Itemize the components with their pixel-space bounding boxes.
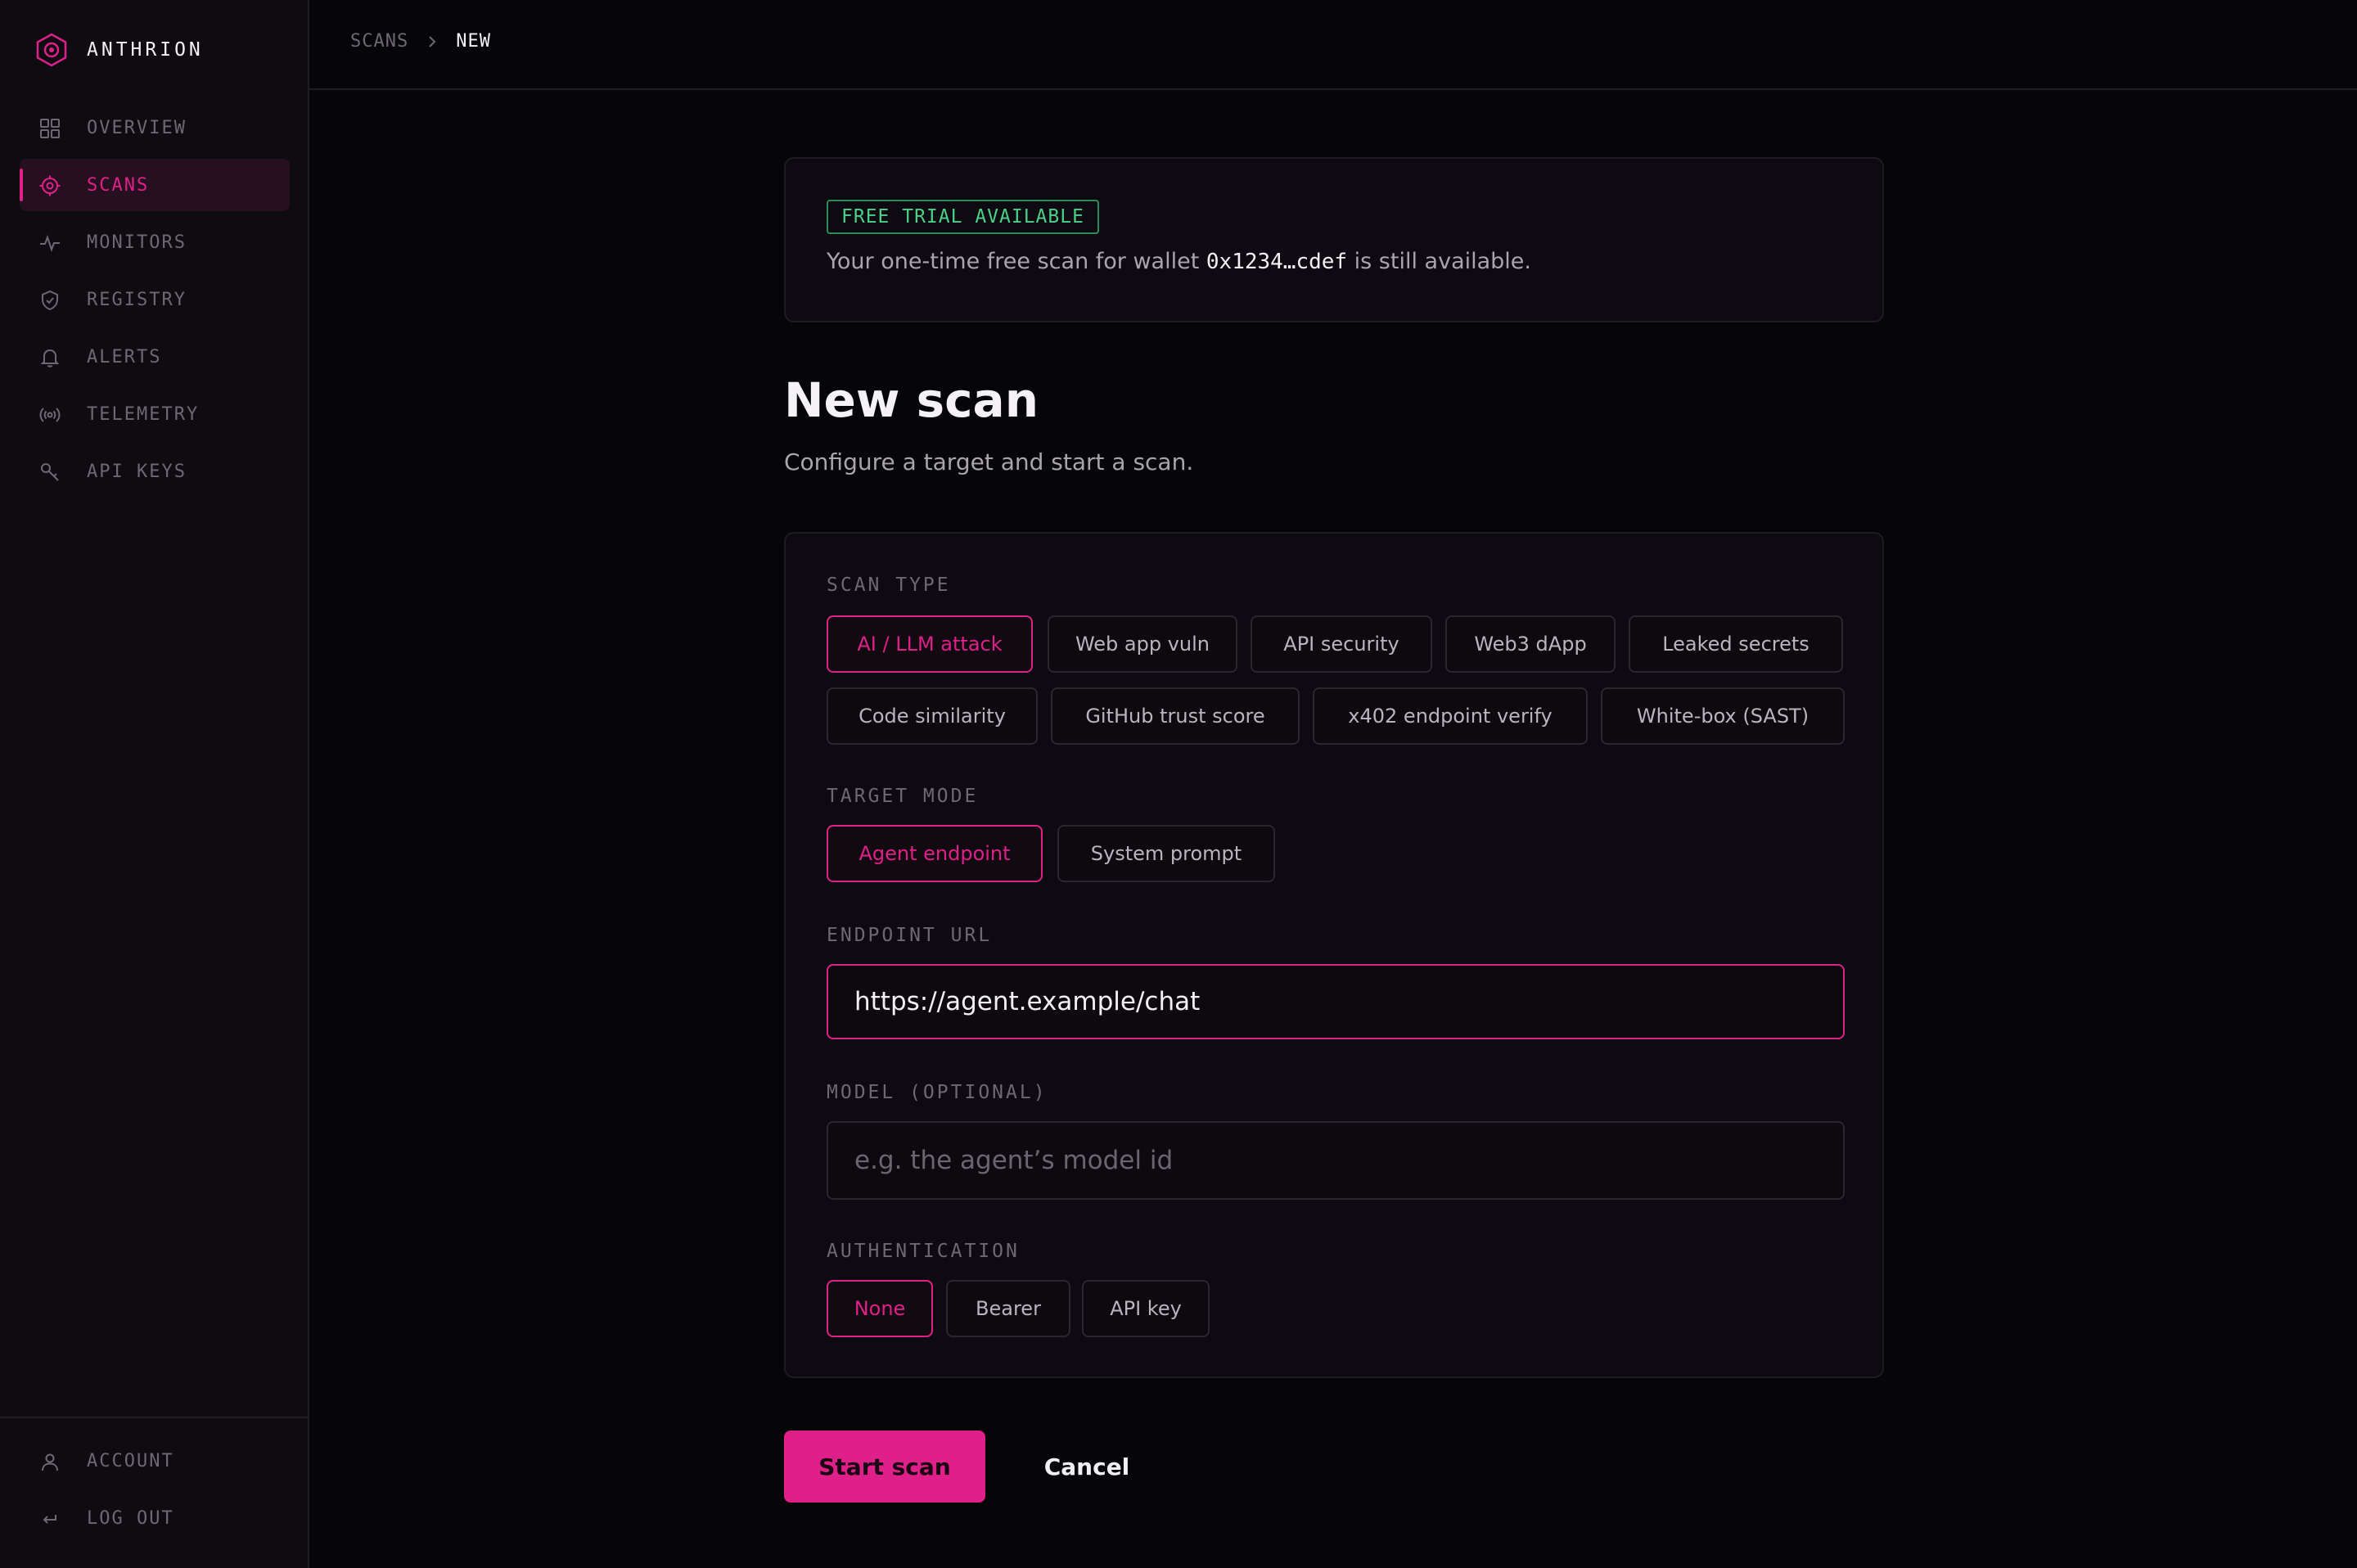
page-title: New scan: [784, 372, 1039, 428]
free-trial-badge: FREE TRIAL AVAILABLE: [827, 200, 1099, 234]
shield-check-icon: [39, 290, 61, 311]
scan-type-label: SCAN TYPE: [827, 574, 951, 596]
auth-none[interactable]: None: [827, 1280, 933, 1337]
sidebar-item-scans[interactable]: SCANS: [20, 159, 290, 211]
sidebar-item-label: MONITORS: [87, 232, 187, 253]
sidebar-item-label: TELEMETRY: [87, 403, 200, 425]
target-mode-system-prompt[interactable]: System prompt: [1057, 825, 1275, 882]
sidebar-nav: OVERVIEW SCANS MONITORS REGISTRY ALERTS: [20, 101, 290, 502]
free-trial-banner: FREE TRIAL AVAILABLE Your one-time free …: [784, 157, 1884, 322]
sidebar-footer: ACCOUNT LOG OUT: [0, 1417, 308, 1549]
wallet-address: 0x1234…cdef: [1206, 250, 1348, 274]
sidebar-item-label: ALERTS: [87, 346, 162, 367]
auth-bearer[interactable]: Bearer: [946, 1280, 1070, 1337]
brand-name: ANTHRION: [87, 39, 204, 61]
scan-type-code-similarity[interactable]: Code similarity: [827, 687, 1038, 745]
breadcrumb: SCANS NEW: [350, 31, 491, 52]
cancel-button[interactable]: Cancel: [1020, 1431, 1154, 1503]
target-mode-label: TARGET MODE: [827, 786, 979, 807]
sidebar-item-alerts[interactable]: ALERTS: [20, 331, 290, 383]
sidebar: ANTHRION OVERVIEW SCANS MONITORS REGISTR…: [0, 0, 309, 1568]
sidebar-item-account[interactable]: ACCOUNT: [20, 1435, 290, 1487]
breadcrumb-scans[interactable]: SCANS: [350, 31, 408, 52]
target-icon: [39, 175, 61, 196]
sidebar-item-label: OVERVIEW: [87, 117, 187, 138]
breadcrumb-current: NEW: [456, 31, 491, 52]
bell-icon: [39, 347, 61, 368]
key-icon: [39, 462, 61, 483]
target-mode-agent-endpoint[interactable]: Agent endpoint: [827, 825, 1043, 882]
model-label: MODEL (OPTIONAL): [827, 1082, 1048, 1103]
sidebar-item-registry[interactable]: REGISTRY: [20, 273, 290, 326]
broadcast-icon: [39, 404, 61, 426]
trial-text-after: is still available.: [1347, 249, 1532, 274]
endpoint-url-input[interactable]: [827, 964, 1845, 1039]
logout-arrow-icon: [39, 1508, 61, 1530]
trial-text-before: Your one-time free scan for wallet: [827, 249, 1206, 274]
sidebar-item-overview[interactable]: OVERVIEW: [20, 101, 290, 154]
top-bar: SCANS NEW: [309, 0, 2357, 90]
scan-config-form: SCAN TYPE AI / LLM attack Web app vuln A…: [784, 532, 1884, 1378]
scan-type-web-app-vuln[interactable]: Web app vuln: [1048, 615, 1237, 673]
sidebar-item-label: LOG OUT: [87, 1507, 174, 1529]
scan-type-ai-llm-attack[interactable]: AI / LLM attack: [827, 615, 1033, 673]
sidebar-item-monitors[interactable]: MONITORS: [20, 216, 290, 268]
model-input[interactable]: [827, 1121, 1845, 1200]
pulse-icon: [39, 232, 61, 254]
brand[interactable]: ANTHRION: [34, 33, 204, 67]
sidebar-item-label: REGISTRY: [87, 289, 187, 310]
sidebar-item-label: API KEYS: [87, 461, 187, 482]
scan-type-web3-dapp[interactable]: Web3 dApp: [1445, 615, 1616, 673]
sidebar-item-label: ACCOUNT: [87, 1450, 174, 1471]
start-scan-button[interactable]: Start scan: [784, 1431, 985, 1503]
sidebar-item-api-keys[interactable]: API KEYS: [20, 445, 290, 498]
endpoint-url-label: ENDPOINT URL: [827, 925, 993, 946]
auth-api-key[interactable]: API key: [1082, 1280, 1210, 1337]
page-subtitle: Configure a target and start a scan.: [784, 448, 1194, 475]
grid-icon: [39, 118, 61, 139]
scan-type-x402-endpoint-verify[interactable]: x402 endpoint verify: [1313, 687, 1588, 745]
scan-type-white-box-sast[interactable]: White-box (SAST): [1601, 687, 1845, 745]
scan-type-api-security[interactable]: API security: [1251, 615, 1432, 673]
logo-icon: [36, 33, 67, 67]
free-trial-message: Your one-time free scan for wallet 0x123…: [827, 249, 1531, 274]
authentication-label: AUTHENTICATION: [827, 1241, 1020, 1262]
chevron-right-icon: [429, 35, 436, 47]
scan-type-leaked-secrets[interactable]: Leaked secrets: [1629, 615, 1843, 673]
sidebar-item-log-out[interactable]: LOG OUT: [20, 1492, 290, 1544]
sidebar-item-label: SCANS: [87, 174, 150, 196]
user-icon: [39, 1451, 61, 1472]
scan-type-github-trust-score[interactable]: GitHub trust score: [1051, 687, 1300, 745]
sidebar-item-telemetry[interactable]: TELEMETRY: [20, 388, 290, 440]
